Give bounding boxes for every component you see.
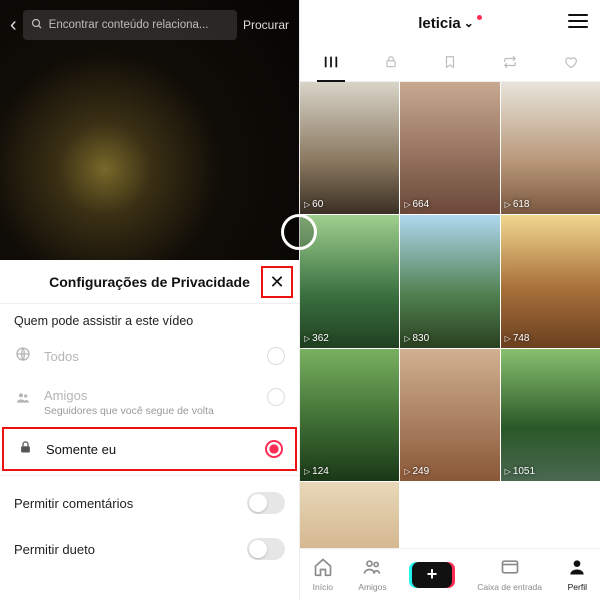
video-background: ‹ Encontrar conteúdo relaciona... Procur… [0, 0, 299, 260]
nav-home[interactable]: Início [313, 557, 333, 592]
nav-label: Caixa de entrada [477, 582, 542, 592]
lock-icon [16, 440, 34, 459]
video-thumbnail[interactable]: ▷124 [300, 349, 399, 481]
home-icon [313, 557, 333, 580]
option-sublabel: Seguidores que você segue de volta [44, 405, 255, 417]
play-icon: ▷ [505, 467, 511, 476]
option-label: Todos [44, 349, 255, 364]
video-thumbnail[interactable]: ▷60 [300, 82, 399, 214]
option-everyone[interactable]: Todos [0, 334, 299, 378]
globe-icon [14, 346, 32, 366]
video-grid: ▷60 ▷664 ▷618 ▷362 ▷830 ▷748 ▷124 ▷249 ▷… [300, 82, 600, 548]
nav-label: Início [313, 582, 333, 592]
video-grid-scroll[interactable]: ▷60 ▷664 ▷618 ▷362 ▷830 ▷748 ▷124 ▷249 ▷… [300, 82, 600, 548]
tab-private[interactable] [384, 55, 398, 73]
username-dropdown[interactable]: leticia ⌄ [418, 15, 482, 32]
view-count: 124 [312, 466, 329, 477]
view-count: 60 [312, 199, 323, 210]
toggle-switch[interactable] [247, 538, 285, 560]
tab-saved[interactable] [443, 55, 457, 73]
notification-dot [477, 15, 482, 20]
toggle-label: Permitir comentários [14, 496, 133, 511]
video-thumbnail[interactable]: ▷249 [400, 349, 499, 481]
view-count: 748 [513, 333, 530, 344]
toggle-switch[interactable] [247, 492, 285, 514]
radio-selected [265, 440, 283, 458]
sheet-header: Configurações de Privacidade ✕ [0, 260, 299, 304]
record-button[interactable] [281, 214, 317, 250]
chevron-down-icon: ⌄ [464, 16, 474, 30]
play-icon: ▷ [304, 334, 310, 343]
video-thumbnail[interactable]: ▷748 [501, 215, 600, 347]
view-count: 830 [412, 333, 429, 344]
play-icon: ▷ [404, 200, 410, 209]
divider [0, 475, 299, 476]
bottom-nav: Início Amigos + Caixa de entrada Perfil [300, 548, 600, 600]
toggle-label: Permitir dueto [14, 542, 95, 557]
video-thumbnail[interactable]: ▷664 [400, 82, 499, 214]
top-search-row: ‹ Encontrar conteúdo relaciona... Procur… [0, 10, 299, 40]
profile-icon [567, 557, 587, 580]
plus-icon: + [427, 564, 438, 585]
inbox-icon [500, 557, 520, 580]
toggle-duet[interactable]: Permitir dueto [0, 526, 299, 564]
nav-label: Amigos [358, 582, 386, 592]
option-friends[interactable]: Amigos Seguidores que você segue de volt… [0, 378, 299, 427]
option-label: Amigos [44, 388, 255, 403]
view-count: 249 [412, 466, 429, 477]
privacy-sheet: Configurações de Privacidade ✕ Quem pode… [0, 260, 299, 600]
search-button[interactable]: Procurar [243, 18, 289, 32]
view-count: 618 [513, 199, 530, 210]
username-label: leticia [418, 15, 461, 32]
video-thumbnail[interactable]: ▷618 [501, 82, 600, 214]
toggle-comments[interactable]: Permitir comentários [0, 480, 299, 526]
nav-inbox[interactable]: Caixa de entrada [477, 557, 542, 592]
play-icon: ▷ [404, 467, 410, 476]
radio-unselected [267, 347, 285, 365]
tab-feed[interactable] [323, 55, 339, 73]
play-icon: ▷ [505, 334, 511, 343]
video-thumbnail[interactable]: ▷1051 [501, 349, 600, 481]
friends-icon [14, 390, 32, 410]
friends-icon [362, 557, 382, 580]
play-icon: ▷ [404, 334, 410, 343]
play-icon: ▷ [304, 467, 310, 476]
right-pane: leticia ⌄ ▷60 ▷664 ▷618 ▷362 ▷8 [300, 0, 600, 600]
nav-profile[interactable]: Perfil [567, 557, 587, 592]
close-button[interactable]: ✕ [261, 266, 293, 298]
view-count: 362 [312, 333, 329, 344]
option-only-me[interactable]: Somente eu [2, 427, 297, 471]
video-thumbnail[interactable]: ▷830 [400, 215, 499, 347]
menu-button[interactable] [568, 14, 588, 28]
search-icon [31, 18, 43, 33]
close-icon: ✕ [269, 272, 284, 293]
search-placeholder: Encontrar conteúdo relaciona... [49, 19, 209, 31]
back-icon[interactable]: ‹ [10, 14, 17, 37]
profile-header: leticia ⌄ [300, 0, 600, 46]
who-can-watch-label: Quem pode assistir a este vídeo [0, 304, 299, 334]
search-input[interactable]: Encontrar conteúdo relaciona... [23, 10, 237, 40]
profile-tabs [300, 46, 600, 82]
tab-liked[interactable] [563, 55, 578, 73]
play-icon: ▷ [304, 200, 310, 209]
play-icon: ▷ [505, 200, 511, 209]
option-label: Somente eu [46, 442, 253, 457]
nav-label: Perfil [568, 582, 587, 592]
view-count: 664 [412, 199, 429, 210]
nav-friends[interactable]: Amigos [358, 557, 386, 592]
view-count: 1051 [513, 466, 535, 477]
tab-repost[interactable] [502, 55, 518, 73]
radio-unselected [267, 388, 285, 406]
left-pane: ‹ Encontrar conteúdo relaciona... Procur… [0, 0, 300, 600]
sheet-title: Configurações de Privacidade [49, 274, 250, 290]
video-thumbnail[interactable] [300, 482, 399, 548]
create-button[interactable]: + [412, 562, 452, 588]
